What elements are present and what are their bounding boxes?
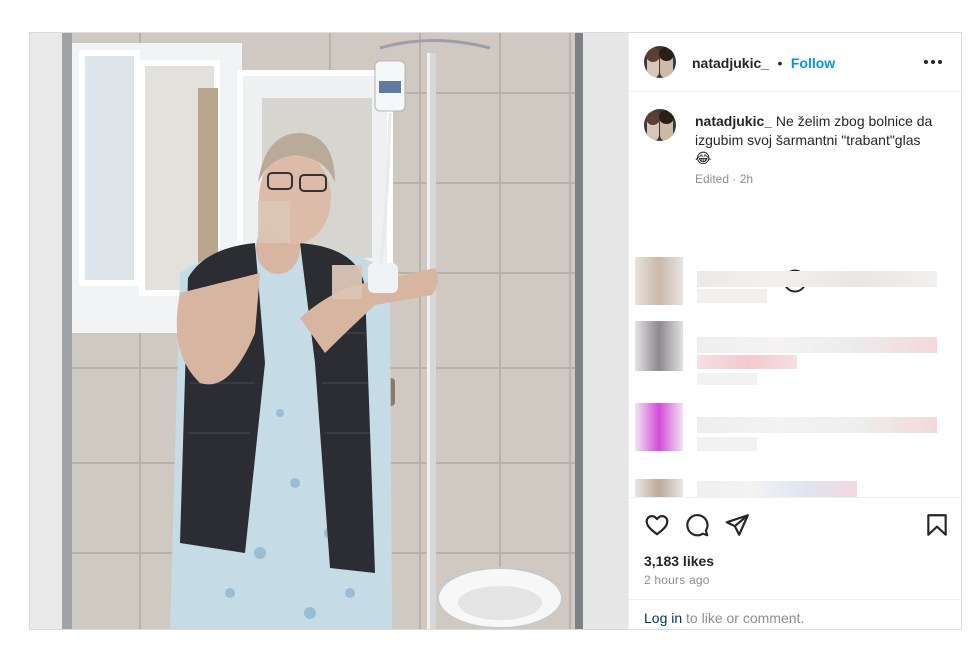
username-link[interactable]: natadjukic_ — [692, 55, 769, 71]
heart-icon[interactable] — [644, 512, 670, 538]
action-bar — [629, 497, 962, 538]
caption-text-block: natadjukic_ Ne želim zbog bolnice da izg… — [695, 112, 945, 169]
instagram-post: natadjukic_ • Follow natadjukic_ Ne želi… — [29, 32, 962, 630]
comment-text-blurred — [697, 437, 757, 451]
comment-text-blurred — [697, 373, 757, 385]
comment-text-blurred — [697, 481, 857, 497]
separator-dot: • — [777, 55, 783, 71]
avatar[interactable] — [644, 46, 676, 78]
more-options-icon[interactable] — [924, 52, 944, 72]
comment-icon[interactable] — [684, 512, 710, 538]
login-prompt: Log in to like or comment. — [644, 610, 804, 626]
comment-avatar-blurred — [635, 403, 683, 451]
comment-avatar-blurred — [635, 257, 683, 305]
follow-button[interactable]: Follow — [791, 55, 835, 71]
comment-avatar-blurred — [635, 321, 683, 371]
post-photo[interactable] — [30, 33, 628, 629]
post-header: natadjukic_ • Follow — [629, 33, 962, 92]
login-suffix: to like or comment. — [682, 610, 805, 626]
comment-text-blurred — [697, 289, 767, 303]
send-icon[interactable] — [724, 512, 750, 538]
comments-list — [635, 257, 945, 497]
comment-text-blurred — [697, 355, 797, 369]
login-link[interactable]: Log in — [644, 610, 682, 626]
caption-username[interactable]: natadjukic_ — [695, 113, 772, 129]
login-footer: Log in to like or comment. — [629, 599, 962, 630]
header-user-row: natadjukic_ • Follow — [692, 55, 835, 73]
post-timestamp[interactable]: 2 hours ago — [644, 573, 710, 587]
comment-text-blurred — [697, 337, 937, 353]
comment-avatar-blurred — [635, 479, 683, 497]
comment-text-blurred — [697, 271, 937, 287]
caption-meta: Edited · 2h — [695, 172, 754, 186]
comment-text-blurred — [697, 417, 937, 433]
post-side-panel: natadjukic_ • Follow natadjukic_ Ne želi… — [628, 33, 962, 629]
likes-count[interactable]: 3,183 likes — [644, 553, 714, 569]
bookmark-icon[interactable] — [924, 512, 950, 538]
caption-emoji: 😂 — [695, 151, 712, 167]
caption-avatar[interactable] — [644, 109, 676, 141]
